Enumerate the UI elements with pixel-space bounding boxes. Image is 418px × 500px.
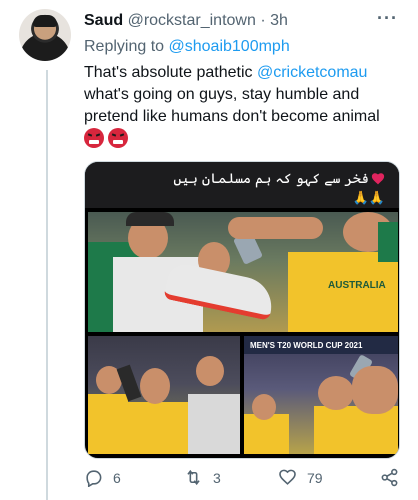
retweet-button[interactable]: 3 — [184, 468, 221, 487]
share-button[interactable] — [380, 468, 399, 487]
more-icon[interactable]: ··· — [377, 8, 398, 29]
thread-line — [46, 70, 48, 500]
jersey-text: AUSTRALIA — [328, 280, 386, 291]
replying-handle-link[interactable]: @shoaib100mph — [169, 38, 290, 55]
separator-dot: · — [260, 12, 266, 29]
tweet-text-part1: That's absolute pathetic — [84, 64, 253, 81]
share-icon — [381, 468, 398, 487]
retweet-count: 3 — [213, 469, 221, 486]
media-caption-bar: فخر سے کہو کہ ہم مسلمان ہیں 🙏🙏 — [85, 162, 399, 208]
mention-link[interactable]: @cricketcomau — [257, 64, 368, 81]
angry-face-icon — [84, 128, 104, 148]
reply-count: 6 — [113, 469, 121, 486]
avatar[interactable] — [19, 9, 71, 61]
reply-icon — [86, 470, 102, 487]
photo-bottom-right[interactable]: MEN'S T20 WORLD CUP 2021 — [244, 336, 398, 454]
tweet-header: Saud @rockstar_intown · 3h — [84, 12, 288, 30]
heart-icon — [371, 173, 385, 185]
tweet-text: That's absolute pathetic @cricketcomau w… — [84, 62, 404, 128]
praying-hands-icon: 🙏🙏 — [352, 190, 385, 205]
media-attachment[interactable]: فخر سے کہو کہ ہم مسلمان ہیں 🙏🙏 AUSTRALIA… — [84, 161, 400, 459]
like-count: 79 — [307, 469, 323, 486]
timestamp[interactable]: 3h — [270, 12, 288, 29]
tweet-actions: 6 3 79 — [84, 468, 402, 492]
author-name[interactable]: Saud — [84, 12, 123, 29]
author-handle[interactable]: @rockstar_intown — [128, 12, 256, 29]
photo-bottom-left[interactable] — [88, 336, 240, 454]
angry-face-icon — [108, 128, 128, 148]
emoji-row — [84, 128, 128, 148]
replying-to: Replying to @shoaib100mph — [84, 38, 290, 56]
reply-button[interactable]: 6 — [84, 468, 121, 487]
tweet-text-part2: what's going on guys, stay humble and pr… — [84, 86, 380, 125]
retweet-icon — [187, 469, 200, 486]
banner-text: MEN'S T20 WORLD CUP 2021 — [250, 341, 363, 350]
like-icon — [279, 469, 296, 485]
media-caption: فخر سے کہو کہ ہم مسلمان ہیں — [173, 170, 369, 186]
replying-prefix: Replying to — [84, 38, 165, 55]
like-button[interactable]: 79 — [278, 468, 323, 487]
photo-main[interactable]: AUSTRALIA — [88, 212, 398, 332]
